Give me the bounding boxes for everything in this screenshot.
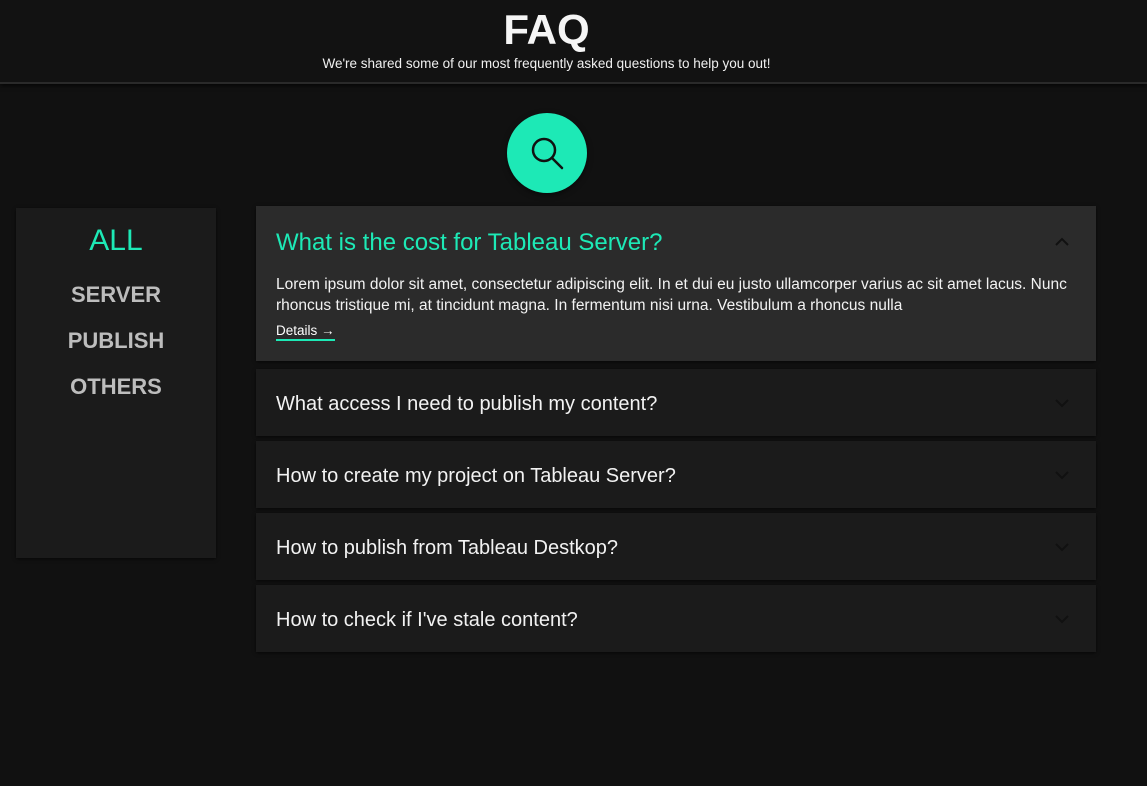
chevron-down-icon[interactable] bbox=[1054, 395, 1070, 411]
page-title: FAQ bbox=[503, 6, 590, 53]
page-subtitle: We're shared some of our most frequently… bbox=[322, 56, 771, 71]
category-sidebar: ALL SERVER PUBLISH OTHERS bbox=[16, 208, 216, 558]
faq-item-create-project[interactable]: How to create my project on Tableau Serv… bbox=[256, 441, 1096, 508]
page-header: FAQ We're shared some of our most freque… bbox=[0, 0, 1147, 84]
chevron-down-icon[interactable] bbox=[1054, 611, 1070, 627]
faq-question[interactable]: How to create my project on Tableau Serv… bbox=[276, 465, 676, 488]
category-server[interactable]: SERVER bbox=[16, 282, 216, 308]
details-link[interactable]: Details → bbox=[276, 323, 335, 341]
chevron-up-icon[interactable] bbox=[1054, 234, 1070, 250]
category-all[interactable]: ALL bbox=[16, 224, 216, 258]
faq-question[interactable]: How to check if I've stale content? bbox=[276, 609, 578, 632]
faq-item-stale-content[interactable]: How to check if I've stale content? bbox=[256, 585, 1096, 652]
category-publish[interactable]: PUBLISH bbox=[16, 328, 216, 354]
faq-question[interactable]: What is the cost for Tableau Server? bbox=[276, 229, 662, 257]
faq-answer: Lorem ipsum dolor sit amet, consectetur … bbox=[276, 276, 1067, 314]
chevron-down-icon[interactable] bbox=[1054, 539, 1070, 555]
category-others[interactable]: OTHERS bbox=[16, 374, 216, 400]
faq-question[interactable]: How to publish from Tableau Destkop? bbox=[276, 537, 618, 560]
search-button[interactable] bbox=[507, 113, 587, 193]
faq-question[interactable]: What access I need to publish my content… bbox=[276, 393, 657, 416]
faq-item-cost: What is the cost for Tableau Server? Lor… bbox=[256, 206, 1096, 361]
search-icon bbox=[531, 137, 564, 170]
faq-item-publish-desktop[interactable]: How to publish from Tableau Destkop? bbox=[256, 513, 1096, 580]
faq-item-access[interactable]: What access I need to publish my content… bbox=[256, 369, 1096, 436]
chevron-down-icon[interactable] bbox=[1054, 467, 1070, 483]
